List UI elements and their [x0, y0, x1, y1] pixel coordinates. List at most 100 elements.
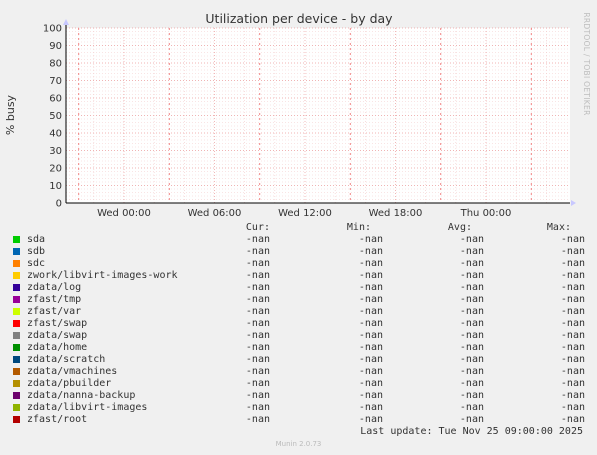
munin-version: Munin 2.0.73	[275, 440, 322, 448]
legend-value-max: -nan	[560, 330, 585, 341]
legend-swatch	[13, 344, 20, 351]
legend-value-max: -nan	[560, 342, 585, 353]
legend-value-min: -nan	[358, 402, 383, 413]
legend-value-min: -nan	[358, 294, 383, 305]
legend-value-min: -nan	[358, 270, 383, 281]
legend-value-min: -nan	[358, 234, 383, 245]
legend-swatch	[13, 332, 20, 339]
legend-swatch	[13, 356, 20, 363]
legend-value-avg: -nan	[459, 354, 484, 365]
y-tick-label: 10	[49, 181, 62, 192]
legend-row: sdc -nan -nan -nan -nan	[0, 258, 597, 270]
y-tick-label: 80	[49, 59, 62, 70]
legend-series-name: zwork/libvirt-images-work	[27, 270, 178, 281]
x-tick-label: Wed 06:00	[188, 208, 242, 219]
legend-series-name: zfast/var	[27, 306, 82, 317]
legend-value-cur: -nan	[245, 342, 270, 353]
legend-series-name: sdb	[27, 246, 46, 257]
legend-header-min: Min:	[346, 222, 371, 233]
legend-value-max: -nan	[560, 306, 585, 317]
legend-row: zdata/libvirt-images -nan -nan -nan -nan	[0, 402, 597, 414]
legend-swatch	[13, 260, 20, 267]
legend-value-cur: -nan	[245, 270, 270, 281]
legend-value-max: -nan	[560, 366, 585, 377]
legend-value-avg: -nan	[459, 366, 484, 377]
legend-row: zfast/tmp -nan -nan -nan -nan	[0, 294, 597, 306]
legend-row: zfast/root -nan -nan -nan -nan	[0, 414, 597, 426]
legend-row: zfast/swap -nan -nan -nan -nan	[0, 318, 597, 330]
legend-swatch	[13, 236, 20, 243]
legend-value-avg: -nan	[459, 414, 484, 425]
legend-value-cur: -nan	[245, 318, 270, 329]
legend-series-name: zdata/home	[27, 342, 88, 353]
legend-value-cur: -nan	[245, 294, 270, 305]
legend-value-max: -nan	[560, 246, 585, 257]
legend-value-min: -nan	[358, 366, 383, 377]
legend-header-max: Max:	[546, 222, 571, 233]
legend-row: zwork/libvirt-images-work -nan -nan -nan -na…	[0, 270, 597, 282]
legend-row: zdata/log -nan -nan -nan -nan	[0, 282, 597, 294]
legend-value-avg: -nan	[459, 234, 484, 245]
legend-series-name: zdata/swap	[27, 330, 88, 341]
legend-value-avg: -nan	[459, 342, 484, 353]
legend-value-min: -nan	[358, 354, 383, 365]
legend-series-name: zfast/swap	[27, 318, 88, 329]
legend-value-max: -nan	[560, 354, 585, 365]
legend-row: sdb -nan -nan -nan -nan	[0, 246, 597, 258]
legend-value-min: -nan	[358, 378, 383, 389]
legend-value-min: -nan	[358, 414, 383, 425]
y-axis-arrow	[63, 19, 69, 25]
legend-value-cur: -nan	[245, 234, 270, 245]
chart: Utilization per device - by day % busy R…	[4, 11, 591, 219]
legend-value-max: -nan	[560, 402, 585, 413]
legend-value-min: -nan	[358, 282, 383, 293]
legend-value-cur: -nan	[245, 366, 270, 377]
legend-value-min: -nan	[358, 390, 383, 401]
legend-value-avg: -nan	[459, 306, 484, 317]
legend-swatch	[13, 308, 20, 315]
legend-value-max: -nan	[560, 282, 585, 293]
x-tick-label: Thu 00:00	[460, 208, 512, 219]
x-axis-arrow	[571, 200, 576, 206]
legend-value-avg: -nan	[459, 390, 484, 401]
legend-series-name: zdata/libvirt-images	[27, 402, 148, 413]
y-tick-label: 60	[49, 94, 62, 105]
legend-value-cur: -nan	[245, 258, 270, 269]
legend-value-cur: -nan	[245, 378, 270, 389]
legend-series-name: sdc	[27, 258, 46, 269]
legend-value-avg: -nan	[459, 378, 484, 389]
legend-value-avg: -nan	[459, 294, 484, 305]
legend-value-avg: -nan	[459, 330, 484, 341]
legend-value-max: -nan	[560, 270, 585, 281]
legend-value-max: -nan	[560, 390, 585, 401]
legend-value-min: -nan	[358, 258, 383, 269]
legend-series-name: zfast/root	[27, 414, 88, 425]
legend-value-min: -nan	[358, 318, 383, 329]
last-update: Last update: Tue Nov 25 09:00:00 2025	[360, 426, 583, 437]
y-tick-label: 50	[49, 111, 62, 122]
legend-value-max: -nan	[560, 318, 585, 329]
legend-value-avg: -nan	[459, 402, 484, 413]
legend-value-max: -nan	[560, 294, 585, 305]
chart-title: Utilization per device - by day	[205, 11, 393, 26]
legend-row: zdata/nanna-backup -nan -nan -nan -nan	[0, 390, 597, 402]
legend-series-name: zfast/tmp	[27, 294, 82, 305]
legend-series-name: zdata/nanna-backup	[27, 390, 136, 401]
legend-swatch	[13, 248, 20, 255]
legend-value-cur: -nan	[245, 402, 270, 413]
legend-series-name: sda	[27, 234, 46, 245]
x-tick-label: Wed 12:00	[278, 208, 332, 219]
legend-swatch	[13, 416, 20, 423]
legend-value-avg: -nan	[459, 246, 484, 257]
y-tick-label: 0	[56, 199, 62, 210]
y-tick-label: 90	[49, 41, 62, 52]
legend-value-max: -nan	[560, 234, 585, 245]
legend-row: zdata/home -nan -nan -nan -nan	[0, 342, 597, 354]
legend-value-avg: -nan	[459, 282, 484, 293]
legend-row: zdata/vmachines -nan -nan -nan -nan	[0, 366, 597, 378]
legend-value-min: -nan	[358, 330, 383, 341]
legend-swatch	[13, 380, 20, 387]
legend-value-avg: -nan	[459, 270, 484, 281]
legend-value-cur: -nan	[245, 282, 270, 293]
y-tick-label: 40	[49, 129, 62, 140]
